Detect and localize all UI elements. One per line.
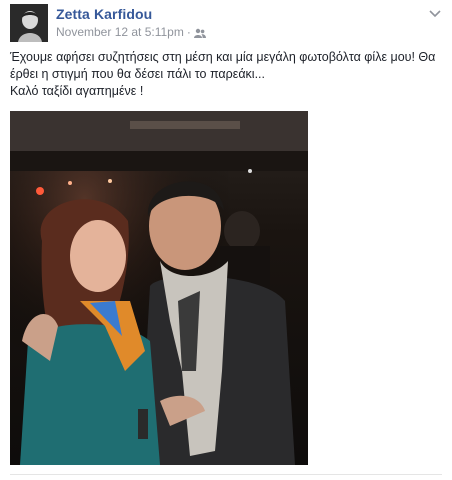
chevron-down-icon[interactable] [428, 6, 442, 20]
facebook-post: Zetta Karfidou November 12 at 5:11pm · Έ… [0, 0, 452, 480]
avatar[interactable] [10, 4, 48, 42]
post-divider [10, 474, 442, 475]
author-name[interactable]: Zetta Karfidou [56, 6, 152, 22]
post-text: Έχουμε αφήσει συζητήσεις στη μέση και μί… [10, 49, 446, 100]
friends-icon[interactable] [193, 27, 206, 38]
post-meta: November 12 at 5:11pm · [56, 25, 206, 39]
post-photo[interactable] [10, 111, 308, 465]
post-header: Zetta Karfidou November 12 at 5:11pm · [10, 4, 442, 44]
post-text-line: Καλό ταξίδι αγαπημένε ! [10, 84, 144, 98]
meta-separator: · [186, 25, 191, 39]
post-text-line: Έχουμε αφήσει συζητήσεις στη μέση και μί… [10, 50, 436, 81]
post-timestamp[interactable]: November 12 at 5:11pm [56, 25, 184, 39]
